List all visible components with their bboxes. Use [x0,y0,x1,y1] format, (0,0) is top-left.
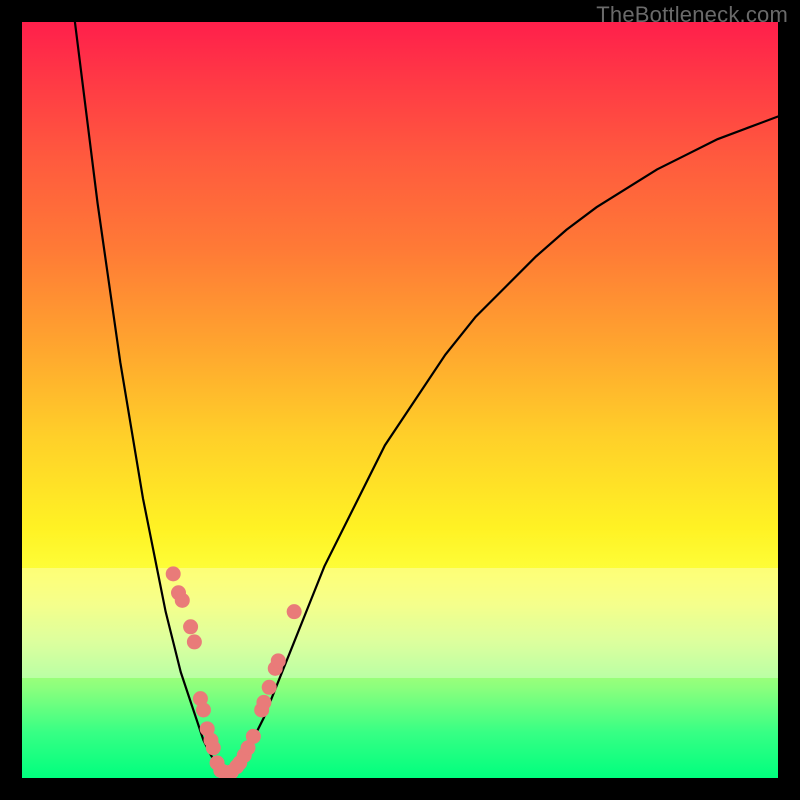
data-dot [216,764,231,778]
data-dot [256,695,271,710]
data-dot [241,740,256,755]
data-dot [166,566,181,581]
data-dot [262,680,277,695]
plot-area [22,22,778,778]
data-dot [171,585,186,600]
data-dot [213,763,228,778]
data-dot [187,634,202,649]
data-dot [196,702,211,717]
data-dot [237,748,252,763]
data-dot [193,691,208,706]
data-dot [175,593,190,608]
data-dot [224,764,239,778]
data-dot [246,729,261,744]
data-dot [232,755,247,770]
highlight-band [22,568,778,678]
data-dot [271,653,286,668]
data-dots [166,566,302,778]
data-dot [229,759,244,774]
curve-left [75,22,226,774]
data-dot [204,733,219,748]
curve-right [226,117,778,775]
data-dot [287,604,302,619]
data-dot [200,721,215,736]
data-dot [183,619,198,634]
data-dot [221,765,236,778]
data-dot [206,740,221,755]
data-dot [268,661,283,676]
data-dot [254,702,269,717]
data-dot [210,755,225,770]
chart-svg [22,22,778,778]
